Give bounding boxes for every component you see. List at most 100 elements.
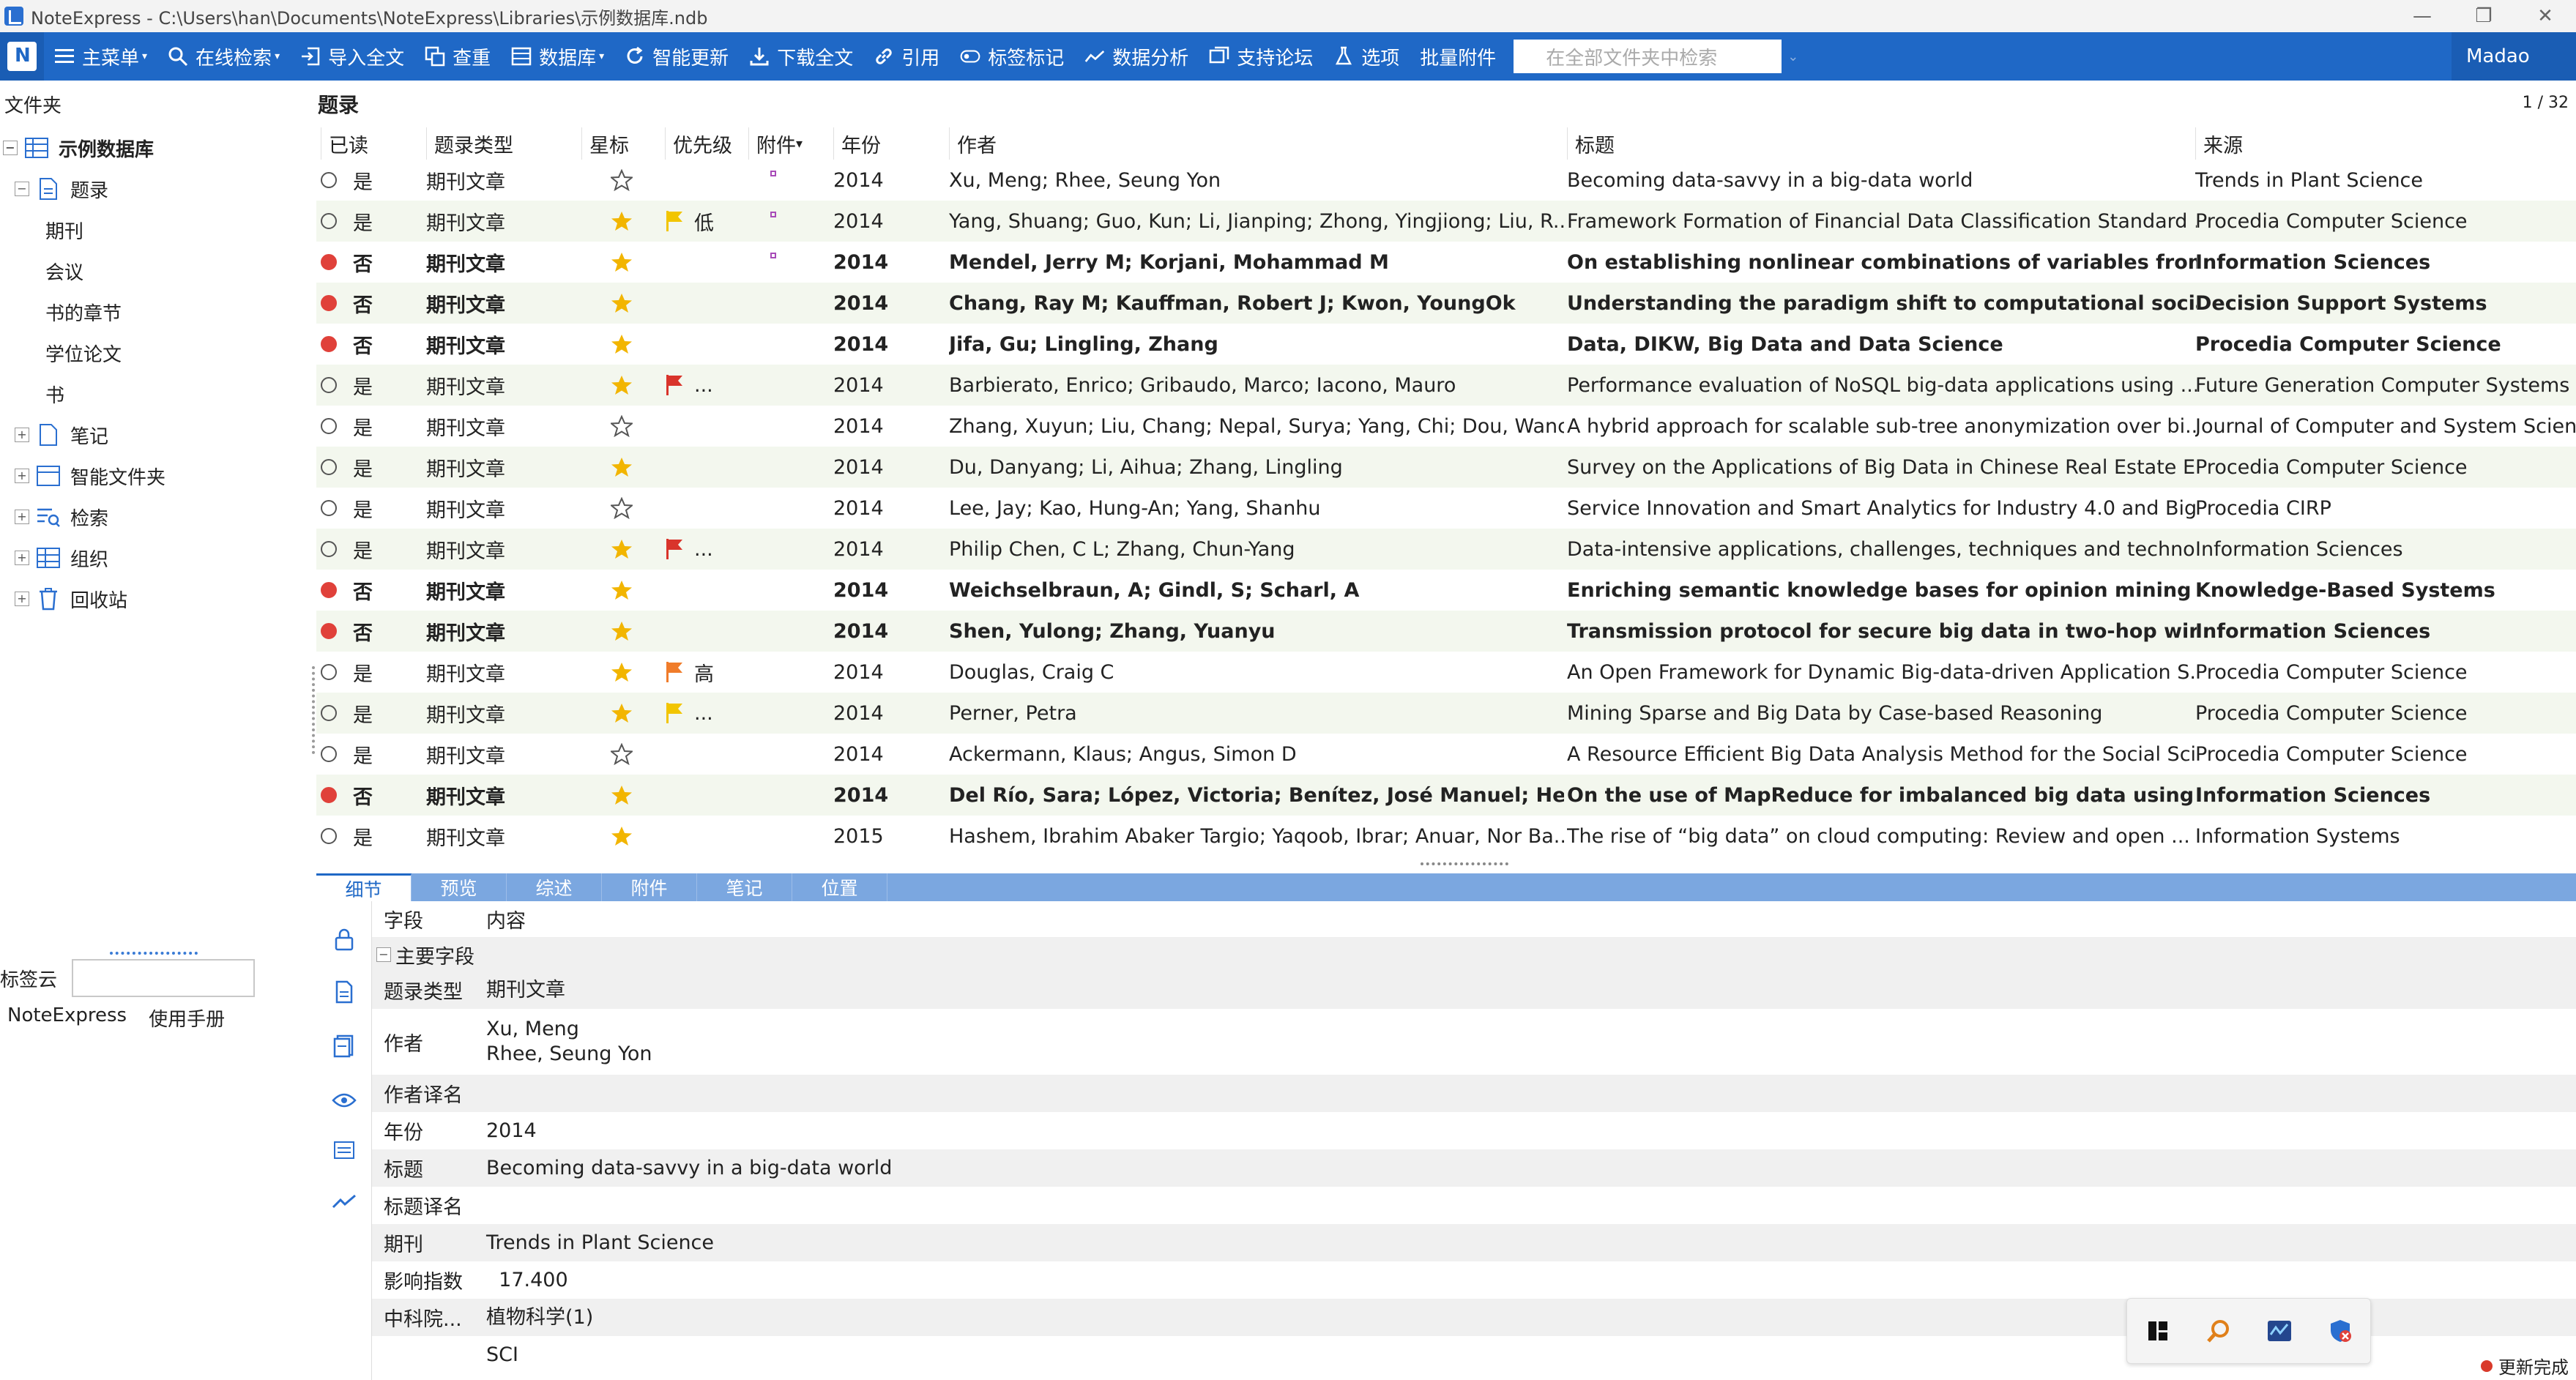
folder-tree-item-2[interactable]: 期刊 [0,209,315,250]
shield-app-icon[interactable] [2326,1316,2355,1346]
bookmark-app-icon[interactable] [2143,1316,2173,1346]
priority-cell[interactable]: 低 [665,201,745,242]
star-filled-icon[interactable] [581,529,662,570]
attachment-cell[interactable] [748,324,829,365]
table-row[interactable]: 是 期刊文章 2014 Xu, Meng; Rhee, Seung Yon Becomi… [316,160,2576,201]
tag-link-manual[interactable]: 使用手册 [149,1004,225,1032]
unread-dot-icon[interactable] [321,336,337,352]
unread-dot-icon[interactable] [321,254,337,270]
eye-icon[interactable] [331,1087,357,1114]
attachment-cell[interactable] [748,406,829,447]
close-button[interactable]: ✕ [2514,0,2576,32]
column-header-3[interactable]: 优先级 [665,127,745,160]
star-filled-icon[interactable] [581,775,662,816]
field-row[interactable]: 影响指数 17.400 [372,1261,2576,1299]
collapse-icon[interactable]: − [15,182,29,196]
priority-cell[interactable] [665,488,745,529]
toolbar-button-1[interactable]: 在线检索 ▾ [157,32,290,81]
lock-icon[interactable] [331,926,357,952]
folder-tree-item-9[interactable]: + 检索 [0,496,315,537]
table-row[interactable]: 否 期刊文章 2014 Mendel, Jerry M; Korjani, Moham… [316,242,2576,283]
field-row[interactable]: 标题 Becoming data-savvy in a big-data worl… [372,1149,2576,1187]
star-filled-icon[interactable] [581,447,662,488]
read-dot-icon[interactable] [321,746,337,762]
star-filled-icon[interactable] [581,365,662,406]
read-dot-icon[interactable] [321,377,337,393]
attachment-cell[interactable] [748,529,829,570]
attachment-cell[interactable] [748,570,829,611]
table-row[interactable]: 是 期刊文章 2014 Lee, Jay; Kao, Hung-An; Yang, S… [316,488,2576,529]
toolbar-button-11[interactable]: 选项 [1323,32,1410,81]
star-empty-icon[interactable] [581,406,662,447]
folder-tree-item-7[interactable]: + 笔记 [0,414,315,455]
read-dot-icon[interactable] [321,664,337,680]
toolbar-button-3[interactable]: 查重 [414,32,501,81]
star-filled-icon[interactable] [581,201,662,242]
attachment-cell[interactable] [748,488,829,529]
global-search-input[interactable]: 在全部文件夹中检索 [1514,40,1782,73]
column-header-2[interactable]: 星标 [581,127,662,160]
star-filled-icon[interactable] [581,283,662,324]
detail-tab-2[interactable]: 综述 [507,873,602,901]
read-dot-icon[interactable] [321,705,337,721]
star-filled-icon[interactable] [581,652,662,693]
expand-icon[interactable]: + [15,551,29,565]
star-empty-icon[interactable] [581,734,662,775]
star-filled-icon[interactable] [581,693,662,734]
read-dot-icon[interactable] [321,828,337,844]
star-empty-icon[interactable] [581,160,662,201]
noteexpress-logo-icon[interactable] [0,32,44,81]
priority-cell[interactable]: ... [665,693,745,734]
table-row[interactable]: 否 期刊文章 2014 Shen, Yulong; Zhang, Yuanyu Tran… [316,611,2576,652]
toolbar-button-6[interactable]: 下载全文 [739,32,863,81]
table-row[interactable]: 是 期刊文章 2014 Zhang, Xuyun; Liu, Chang; Nepal… [316,406,2576,447]
priority-cell[interactable] [665,447,745,488]
collapse-icon[interactable]: − [3,141,18,155]
star-filled-icon[interactable] [581,242,662,283]
table-row[interactable]: 是 期刊文章... 2014 Perner, Petra Mining Sparse a… [316,693,2576,734]
read-dot-icon[interactable] [321,418,337,434]
star-filled-icon[interactable] [581,816,662,857]
sidebar-splitter-handle[interactable] [110,952,198,955]
attachment-cell[interactable] [748,775,829,816]
column-header-7[interactable]: 标题 [1567,127,2197,160]
column-header-5[interactable]: 年份 [833,127,943,160]
main-fields-section[interactable]: − 主要字段 [372,938,2576,971]
unread-dot-icon[interactable] [321,787,337,803]
attachment-cell[interactable] [748,652,829,693]
priority-cell[interactable] [665,775,745,816]
read-dot-icon[interactable] [321,172,337,188]
field-row[interactable]: 期刊 Trends in Plant Science [372,1224,2576,1261]
folder-tree-item-11[interactable]: + 回收站 [0,578,315,619]
detail-tab-1[interactable]: 预览 [412,873,507,901]
toolbar-button-12[interactable]: 批量附件 [1410,32,1506,81]
expand-icon[interactable]: + [15,510,29,524]
detail-tab-4[interactable]: 笔记 [697,873,792,901]
toolbar-button-5[interactable]: 智能更新 [614,32,739,81]
priority-cell[interactable] [665,283,745,324]
detail-tab-5[interactable]: 位置 [792,873,887,901]
attachment-cell[interactable] [748,283,829,324]
priority-cell[interactable]: ... [665,365,745,406]
attachment-cell[interactable] [748,242,829,283]
detail-tab-3[interactable]: 附件 [602,873,697,901]
attachment-cell[interactable] [748,365,829,406]
unread-dot-icon[interactable] [321,295,337,311]
read-dot-icon[interactable] [321,459,337,475]
toolbar-button-7[interactable]: 引用 [863,32,950,81]
read-dot-icon[interactable] [321,213,337,229]
table-row[interactable]: 否 期刊文章 2014 Weichselbraun, A; Gindl, S; Sch… [316,570,2576,611]
star-filled-icon[interactable] [581,611,662,652]
search-app-icon[interactable] [2204,1316,2233,1346]
unread-dot-icon[interactable] [321,623,337,639]
attachment-cell[interactable] [748,611,829,652]
search-dropdown-icon[interactable]: ⌄ [1787,49,1817,64]
column-header-1[interactable]: 题录类型 [426,127,580,160]
priority-cell[interactable] [665,406,745,447]
chart-app-icon[interactable] [2265,1316,2294,1346]
read-dot-icon[interactable] [321,541,337,557]
priority-cell[interactable] [665,734,745,775]
table-row[interactable]: 是 期刊文章 高 2014 Douglas, Craig C An Open Framew… [316,652,2576,693]
field-row[interactable]: 作者 Xu, Meng Rhee, Seung Yon [372,1009,2576,1075]
toolbar-button-9[interactable]: 数据分析 [1074,32,1199,81]
